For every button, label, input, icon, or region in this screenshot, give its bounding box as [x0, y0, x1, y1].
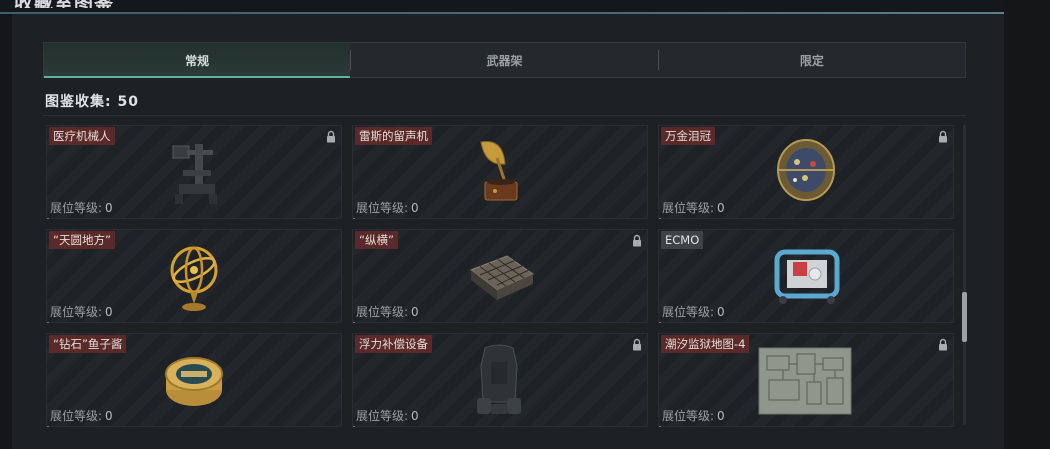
booth-level-value: 0 [105, 305, 113, 319]
medical-robot-icon [172, 144, 217, 204]
item-name: 浮力补偿设备 [355, 335, 432, 353]
tab-bar: 常规 武器架 限定 [43, 42, 966, 78]
item-name: ECMO [661, 231, 704, 249]
tab-label: 武器架 [486, 53, 523, 68]
lock-icon [939, 338, 947, 351]
booth-level-label: 展位等级: [662, 201, 715, 215]
booth-level-value: 0 [717, 305, 725, 319]
booth-level-label: 展位等级: [50, 409, 103, 423]
ecmo-machine-icon [774, 249, 840, 304]
item-card[interactable]: 万金泪冠 展位等级: 0 [658, 125, 954, 219]
collection-count-label: 图鉴收集: [45, 94, 112, 110]
title-strip: 收藏室图鉴 [0, 0, 200, 8]
lock-icon [633, 234, 641, 247]
scrollbar-thumb[interactable] [962, 292, 967, 342]
item-name: 潮汐监狱地图-4 [661, 335, 750, 353]
booth-level: 展位等级: 0 [662, 407, 725, 424]
booth-level-label: 展位等级: [50, 305, 103, 319]
item-card[interactable]: 浮力补偿设备 展位等级: 0 [352, 333, 648, 427]
booth-level-value: 0 [105, 201, 113, 215]
booth-level-value: 0 [105, 409, 113, 423]
item-card[interactable]: 潮汐监狱地图-4 展位等级: 0 [658, 333, 954, 427]
chess-board-icon [469, 255, 535, 300]
booth-level-label: 展位等级: [50, 201, 103, 215]
booth-level: 展位等级: 0 [356, 303, 419, 320]
lock-icon [633, 338, 641, 351]
tab-label: 限定 [799, 53, 824, 68]
armillary-sphere-icon [170, 246, 218, 311]
lock-icon [327, 130, 335, 143]
tab-label: 常规 [185, 53, 210, 68]
item-name: 雷斯的留声机 [355, 127, 432, 145]
booth-level-value: 0 [411, 409, 419, 423]
item-name: “钻石”鱼子酱 [49, 335, 127, 353]
booth-level-label: 展位等级: [356, 201, 409, 215]
booth-level-label: 展位等级: [662, 305, 715, 319]
booth-level: 展位等级: 0 [356, 199, 419, 216]
prison-map-icon [758, 347, 852, 415]
item-card[interactable]: 医疗机械人 展位等级: 0 [46, 125, 342, 219]
item-card[interactable]: 雷斯的留声机 展位等级: 0 [352, 125, 648, 219]
item-name: “天圆地方” [49, 231, 115, 249]
left-frame [0, 0, 12, 449]
item-card[interactable]: “纵横” 展位等级: 0 [352, 229, 648, 323]
right-frame [1004, 0, 1050, 449]
buoyancy-vest-icon [477, 344, 521, 414]
divider [43, 115, 966, 116]
item-name: 万金泪冠 [661, 127, 715, 145]
page-title: 收藏室图鉴 [14, 0, 114, 8]
booth-level: 展位等级: 0 [662, 303, 725, 320]
item-name: “纵横” [355, 231, 398, 249]
item-card[interactable]: ECMO 展位等级: 0 [658, 229, 954, 323]
gramophone-icon [480, 140, 518, 201]
scrollbar-track[interactable] [963, 125, 966, 425]
item-name: 医疗机械人 [49, 127, 115, 145]
booth-level-value: 0 [411, 305, 419, 319]
booth-level: 展位等级: 0 [662, 199, 725, 216]
booth-level-label: 展位等级: [356, 305, 409, 319]
collection-count: 图鉴收集: 50 [45, 91, 139, 111]
booth-level-value: 0 [717, 409, 725, 423]
tab-weapon-rack[interactable]: 武器架 [351, 43, 657, 77]
booth-level-label: 展位等级: [356, 409, 409, 423]
booth-level: 展位等级: 0 [356, 407, 419, 424]
tab-regular[interactable]: 常规 [44, 43, 351, 78]
booth-level: 展位等级: 0 [50, 407, 113, 424]
item-card[interactable]: “钻石”鱼子酱 展位等级: 0 [46, 333, 342, 427]
booth-level-value: 0 [717, 201, 725, 215]
top-accent-line [0, 12, 1004, 14]
jeweled-crown-icon [777, 139, 835, 201]
caviar-tin-icon [165, 357, 223, 406]
collection-count-value: 50 [117, 94, 139, 110]
booth-level-label: 展位等级: [662, 409, 715, 423]
booth-level-value: 0 [411, 201, 419, 215]
booth-level: 展位等级: 0 [50, 303, 113, 320]
item-card[interactable]: “天圆地方” 展位等级: 0 [46, 229, 342, 323]
booth-level: 展位等级: 0 [50, 199, 113, 216]
lock-icon [939, 130, 947, 143]
tab-limited[interactable]: 限定 [659, 43, 965, 77]
